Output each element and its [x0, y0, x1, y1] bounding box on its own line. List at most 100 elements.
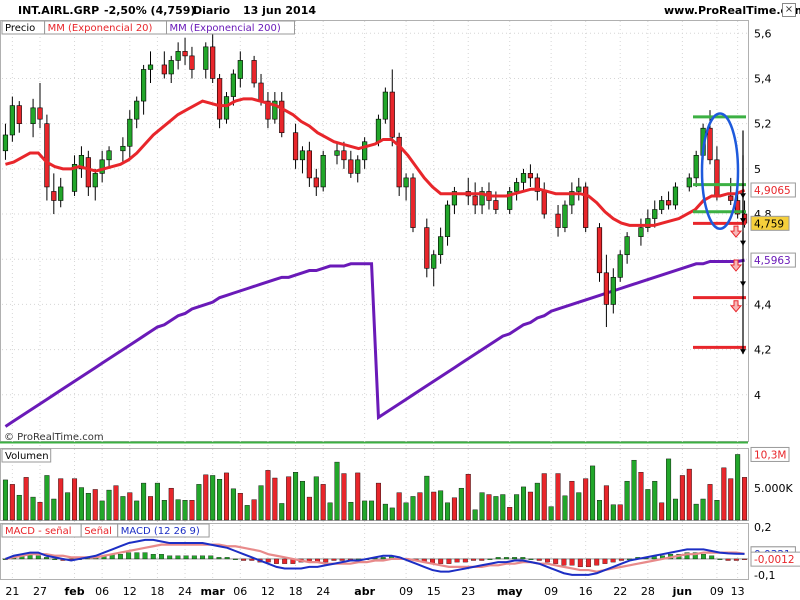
macd-histogram-bar [52, 558, 58, 560]
volume-bar [679, 475, 685, 521]
volume-bar [396, 492, 402, 521]
x-tick-label: 15 [427, 585, 441, 598]
candle-body [120, 145, 126, 152]
y-tick-label: 4 [754, 389, 761, 402]
macd-histogram-bar [282, 558, 288, 564]
volume-bar [590, 465, 596, 521]
candle-body [410, 177, 416, 228]
x-tick-label: 09 [544, 585, 558, 598]
macd-histogram-bar [618, 558, 624, 561]
candle-body [514, 182, 520, 192]
price-panel-frame [0, 20, 749, 442]
macd-y-tick-label: 0,2 [754, 521, 772, 534]
down-arrow-head [740, 349, 746, 355]
legend-ema20: MM (Exponencial 20) [48, 23, 153, 34]
volume-bar [666, 458, 672, 521]
macd-histogram-bar [446, 558, 452, 564]
macd-histogram-bar [241, 558, 247, 561]
volume-bar [85, 493, 91, 521]
volume-bar [638, 472, 644, 521]
macd-histogram-bar [150, 554, 156, 560]
macd-histogram-bar [117, 554, 123, 560]
macd-histogram-bar [536, 558, 542, 561]
candle-body [652, 209, 658, 219]
macd-histogram-bar [134, 552, 140, 560]
volume-bar [555, 473, 561, 521]
volume-bar [714, 500, 720, 521]
macd-histogram-bar [503, 557, 509, 560]
volume-bar [417, 492, 423, 521]
macd-histogram-bar [479, 558, 485, 561]
legend-volume: Volumen [5, 451, 49, 462]
legend-signal: Señal [84, 526, 112, 537]
volume-bar [189, 500, 195, 521]
candle-body [444, 204, 451, 237]
volume-bar [742, 477, 748, 521]
x-tick-label: 12 [123, 585, 137, 598]
volume-bar [493, 496, 499, 521]
x-tick-label: 24 [316, 585, 330, 598]
macd-histogram-bar [438, 558, 444, 564]
candle-body [562, 204, 568, 228]
candle-body [2, 134, 9, 152]
volume-bar [507, 507, 513, 521]
candle-body [58, 186, 64, 201]
x-tick-label: 18 [150, 585, 164, 598]
candle-body [134, 100, 140, 120]
volume-bar [431, 491, 437, 521]
volume-bar [700, 498, 706, 521]
candle-body [603, 272, 609, 305]
last-macd-diff-value: -0,0012 [754, 554, 795, 566]
candle-body [320, 155, 326, 188]
legend-ema200: MM (Exponencial 200) [170, 23, 281, 34]
volume-bar [472, 509, 478, 521]
candle-body [341, 150, 347, 161]
candle-body [382, 91, 388, 120]
macd-histogram-bar [701, 554, 706, 560]
volume-bar [9, 484, 15, 521]
candle-body [147, 64, 154, 70]
candle-body [403, 177, 409, 188]
x-tick-label: 28 [641, 585, 655, 598]
macd-histogram-bar [512, 557, 518, 560]
last-close-value: 4,759 [754, 218, 784, 230]
y-tick-label: 5,4 [754, 72, 772, 85]
candle-body [37, 107, 43, 120]
macd-histogram-bar [35, 555, 41, 560]
macd-histogram-bar [331, 558, 337, 561]
candle-body [51, 191, 57, 201]
last-ema200-value: 4,5963 [754, 255, 791, 267]
volume-bar [251, 499, 257, 521]
candle-body [431, 254, 437, 269]
volume-bar [341, 473, 347, 521]
volume-bar [382, 503, 388, 521]
volume-bar [548, 506, 554, 521]
volume-bar [596, 500, 602, 521]
candle-body [583, 186, 589, 228]
macd-histogram-bar [602, 558, 608, 564]
chart-window: INT.AIRL.GRP -2,50% (4,759) Diario 13 ju… [0, 0, 800, 600]
macd-histogram-bar [528, 558, 534, 560]
volume-bar [334, 461, 340, 521]
volume-bar [92, 489, 98, 521]
x-tick-label: 09 [399, 585, 413, 598]
candle-body [714, 159, 720, 197]
candle-body [596, 227, 603, 274]
macd-histogram-bar [454, 558, 460, 563]
volume-bar [299, 480, 305, 521]
candle-body [362, 141, 368, 161]
candle-body [251, 60, 257, 84]
volume-bar [521, 486, 527, 521]
y-tick-label: 5,2 [754, 118, 772, 131]
volume-bar [500, 494, 506, 521]
volume-bar [686, 468, 692, 521]
x-tick-label: 24 [178, 585, 192, 598]
candle-body [728, 195, 734, 201]
candle-body [659, 200, 665, 210]
volume-bar [445, 502, 451, 521]
volume-bar [355, 472, 361, 521]
candle-body [541, 191, 547, 215]
volume-bar [514, 494, 520, 521]
candle-body [665, 200, 672, 206]
macd-histogram-bar [323, 558, 329, 563]
